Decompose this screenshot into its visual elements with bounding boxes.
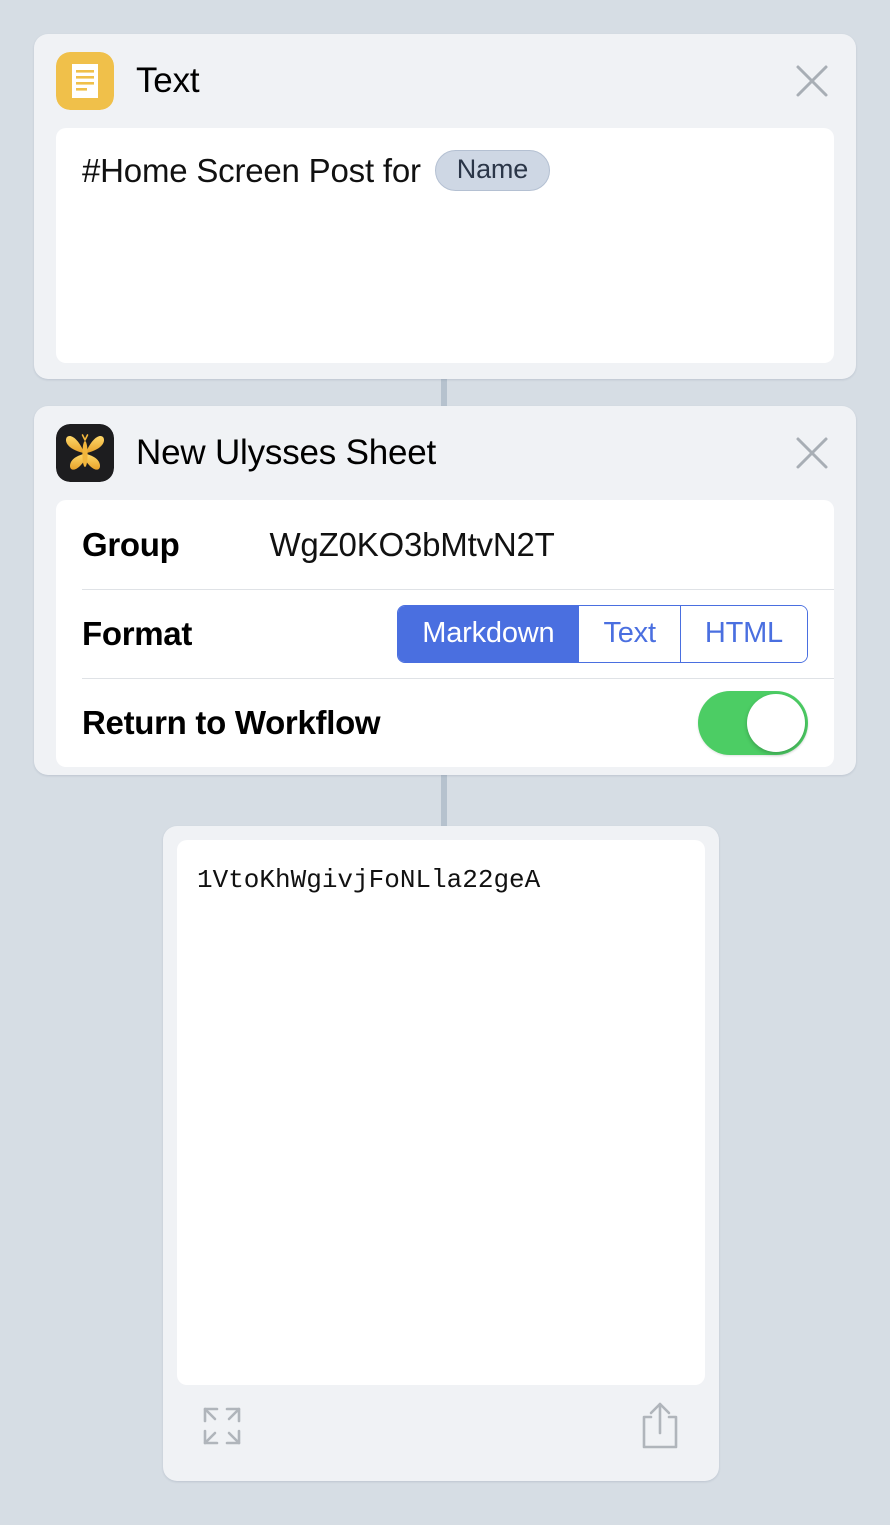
ulysses-butterfly-icon (56, 424, 114, 482)
param-row-format: Format Markdown Text HTML (56, 589, 834, 678)
result-preview-card[interactable]: 1VtoKhWgivjFoNLla22geA (163, 826, 719, 1481)
param-row-group[interactable]: Group WgZ0KO3bMtvN2T (56, 500, 834, 589)
text-content-field[interactable]: #Home Screen Post for Name (56, 128, 834, 363)
close-icon[interactable] (790, 59, 834, 103)
connector-line-1 (441, 378, 447, 406)
ulysses-action-card[interactable]: New Ulysses Sheet Group WgZ0KO3bMtvN2T F… (34, 406, 856, 775)
shortcut-workflow-canvas: Text #Home Screen Post for Name New Ulys… (0, 0, 890, 1525)
result-toolbar (177, 1385, 705, 1467)
format-option-html[interactable]: HTML (679, 605, 807, 662)
format-segmented-control[interactable]: Markdown Text HTML (397, 604, 808, 663)
format-option-markdown[interactable]: Markdown (398, 605, 579, 662)
text-document-icon (56, 52, 114, 110)
text-action-title: Text (136, 61, 200, 100)
ulysses-parameters: Group WgZ0KO3bMtvN2T Format Markdown Tex… (56, 500, 834, 767)
close-x-glyph (796, 437, 828, 469)
expand-icon[interactable] (199, 1403, 245, 1449)
close-icon[interactable] (790, 431, 834, 475)
text-action-card[interactable]: Text #Home Screen Post for Name (34, 34, 856, 379)
variable-token-name[interactable]: Name (434, 150, 551, 191)
toggle-knob (747, 693, 805, 752)
text-content-line: #Home Screen Post for Name (82, 150, 808, 191)
ulysses-action-header: New Ulysses Sheet (34, 406, 856, 500)
close-x-glyph (796, 65, 828, 97)
group-value[interactable]: WgZ0KO3bMtvN2T (269, 526, 554, 564)
ulysses-action-title: New Ulysses Sheet (136, 433, 437, 472)
return-to-workflow-label: Return to Workflow (82, 703, 381, 741)
text-content-prefix: #Home Screen Post for (82, 151, 421, 189)
result-value[interactable]: 1VtoKhWgivjFoNLla22geA (177, 840, 705, 1385)
connector-line-2 (441, 775, 447, 828)
format-option-text[interactable]: Text (578, 605, 680, 662)
return-to-workflow-toggle[interactable] (698, 690, 808, 755)
share-icon[interactable] (637, 1400, 683, 1452)
format-label: Format (82, 614, 193, 652)
group-label: Group (82, 525, 180, 563)
text-action-header: Text (34, 34, 856, 128)
param-row-return-to-workflow: Return to Workflow (56, 678, 834, 767)
